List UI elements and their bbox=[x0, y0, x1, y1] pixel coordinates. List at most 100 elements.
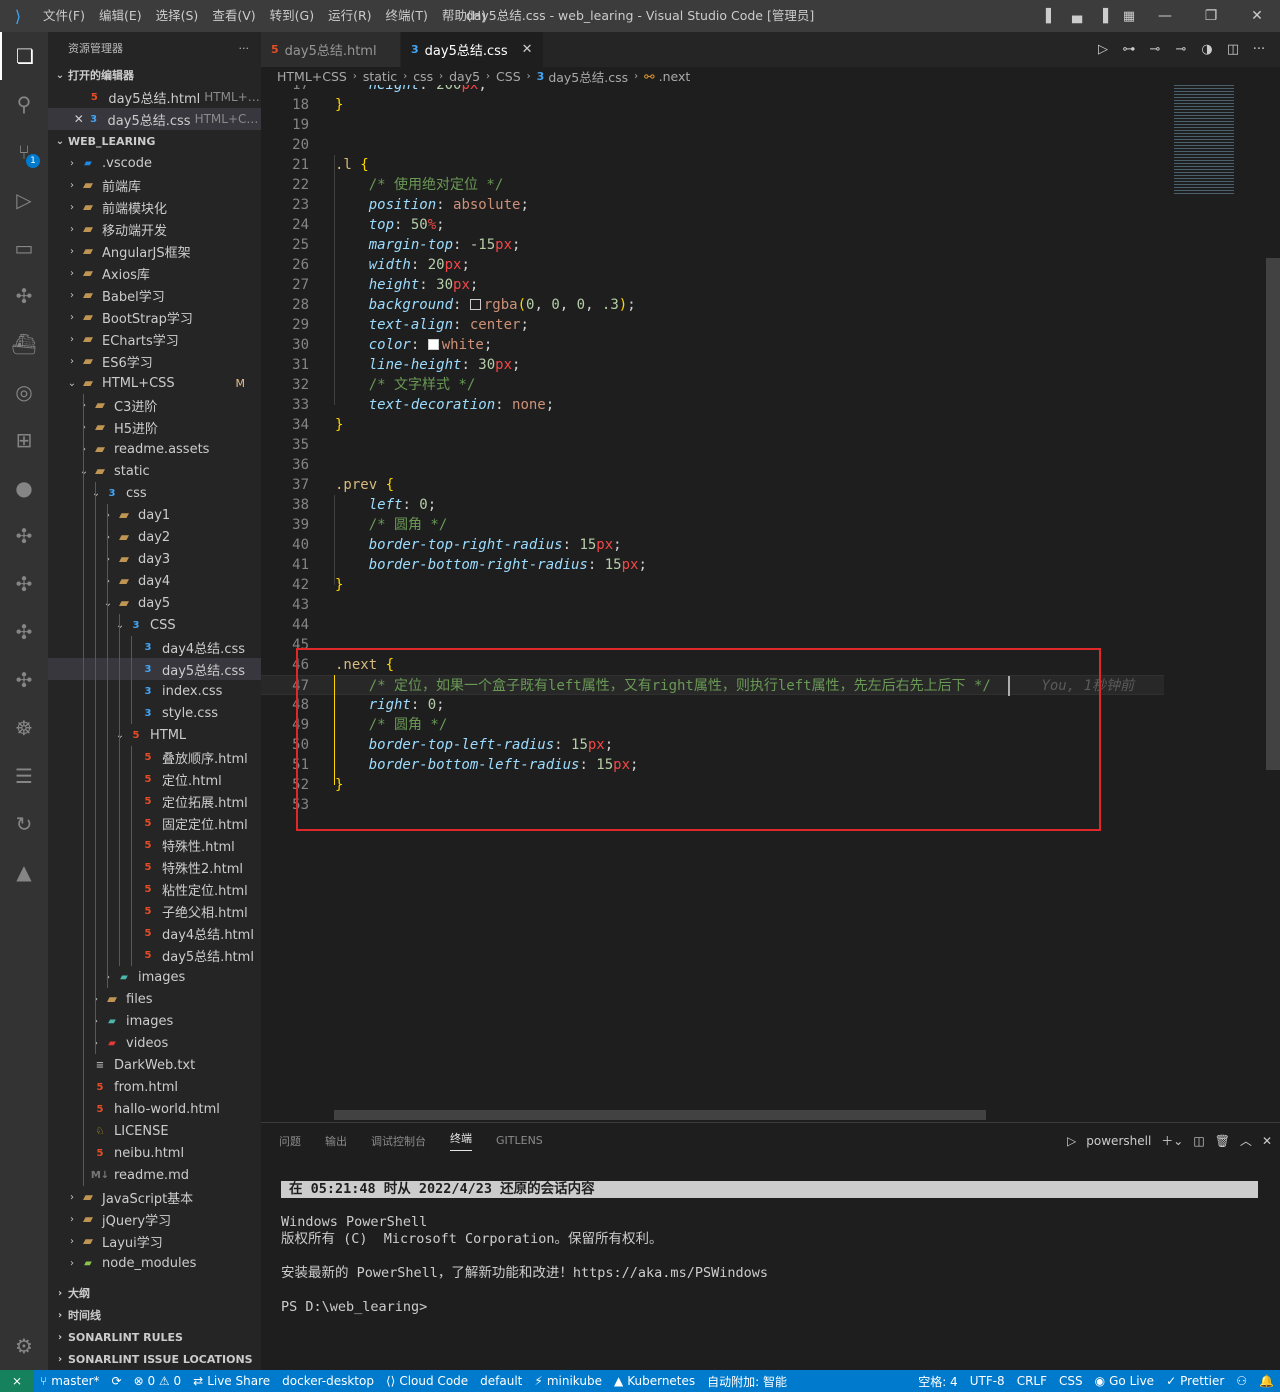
breadcrumb-item[interactable]: day5 bbox=[449, 69, 480, 84]
status-item[interactable]: ◉ Go Live bbox=[1089, 1373, 1160, 1390]
status-item[interactable]: default bbox=[474, 1373, 528, 1390]
extensions-icon[interactable]: ✣ bbox=[0, 272, 48, 320]
folder-item[interactable]: › ▰ H5进阶 bbox=[48, 416, 261, 438]
source-control-icon[interactable]: ⑂ 1 bbox=[0, 128, 48, 176]
file-item[interactable]: 5 粘性定位.html bbox=[48, 878, 261, 900]
kubernetes-icon[interactable]: ☸ bbox=[0, 704, 48, 752]
vertical-scrollbar[interactable] bbox=[1266, 258, 1280, 770]
menu-item[interactable]: 选择(S) bbox=[149, 0, 206, 32]
status-item[interactable]: CSS bbox=[1053, 1373, 1089, 1390]
folder-item[interactable]: › ▰ day4 bbox=[48, 570, 261, 592]
github-icon[interactable]: ● bbox=[0, 464, 48, 512]
file-item[interactable]: 5 特殊性.html bbox=[48, 834, 261, 856]
gitlens-icon[interactable]: ◎ bbox=[0, 368, 48, 416]
menu-item[interactable]: 运行(R) bbox=[321, 0, 378, 32]
run-icon[interactable]: ▷ bbox=[1090, 42, 1116, 57]
notifications-bell-icon[interactable]: 🔔 bbox=[1253, 1374, 1280, 1388]
folder-item[interactable]: › ▰ videos bbox=[48, 1032, 261, 1054]
cloud-run-icon[interactable]: ✣ bbox=[0, 560, 48, 608]
previous-change-icon[interactable]: ⊸ bbox=[1142, 42, 1168, 57]
folder-item[interactable]: › ▰ C3进阶 bbox=[48, 394, 261, 416]
sidebar-section[interactable]: › SONARLINT RULES bbox=[48, 1326, 261, 1348]
panel-tab[interactable]: 输出 bbox=[325, 1133, 347, 1149]
status-item[interactable]: CRLF bbox=[1011, 1373, 1053, 1390]
folder-item[interactable]: ⌄ ▰ day5 bbox=[48, 592, 261, 614]
folder-item[interactable]: › ▰ day3 bbox=[48, 548, 261, 570]
status-item[interactable]: ▲ Kubernetes bbox=[608, 1373, 701, 1390]
breadcrumb-item[interactable]: .next bbox=[659, 69, 691, 84]
sidebar-section[interactable]: › 大纲 bbox=[48, 1282, 261, 1304]
remote-explorer-icon[interactable]: ▭ bbox=[0, 224, 48, 272]
folder-item[interactable]: › ▰ JavaScript基本 bbox=[48, 1186, 261, 1208]
folder-item[interactable]: › ▰ jQuery学习 bbox=[48, 1208, 261, 1230]
color-swatch[interactable] bbox=[427, 339, 439, 350]
file-item[interactable]: 5 day5总结.html bbox=[48, 944, 261, 966]
folder-item[interactable]: › ▰ 前端模块化 bbox=[48, 196, 261, 218]
status-item[interactable]: ⑂ master* bbox=[34, 1373, 106, 1390]
docker-icon[interactable]: ⛴ bbox=[0, 320, 48, 368]
folder-item[interactable]: › ▰ Layui学习 bbox=[48, 1230, 261, 1252]
folder-item[interactable]: › ▰ ES6学习 bbox=[48, 350, 261, 372]
folder-item[interactable]: › ▰ node_modules bbox=[48, 1252, 261, 1274]
file-item[interactable]: 3 day4总结.css bbox=[48, 636, 261, 658]
file-item[interactable]: 5 from.html bbox=[48, 1076, 261, 1098]
breadcrumb-item[interactable]: css bbox=[413, 69, 433, 84]
file-item[interactable]: 5 特殊性2.html bbox=[48, 856, 261, 878]
file-item[interactable]: 3 style.css bbox=[48, 702, 261, 724]
status-item[interactable]: UTF-8 bbox=[964, 1373, 1011, 1390]
folder-item[interactable]: › ▰ day1 bbox=[48, 504, 261, 526]
minimap[interactable] bbox=[1164, 85, 1280, 1110]
file-item[interactable]: 5 day4总结.html bbox=[48, 922, 261, 944]
maximize-panel-icon[interactable]: ︿ bbox=[1240, 1132, 1252, 1149]
workspace-section[interactable]: ⌄ WEB_LEARING bbox=[48, 130, 261, 152]
terminal-shell-label[interactable]: powershell bbox=[1086, 1134, 1151, 1148]
customize-layout-icon[interactable]: ▦ bbox=[1116, 0, 1142, 32]
breadcrumb-item[interactable]: CSS bbox=[496, 69, 521, 84]
search-icon[interactable]: ⚲ bbox=[0, 80, 48, 128]
status-item[interactable]: ⊗ 0 ⚠ 0 bbox=[128, 1373, 188, 1390]
toggle-secondary-sidebar-icon[interactable]: ▐ bbox=[1090, 0, 1116, 32]
folder-item[interactable]: › ▰ files bbox=[48, 988, 261, 1010]
breadcrumb-item[interactable]: HTML+CSS bbox=[277, 69, 347, 84]
tab-css[interactable]: 3 day5总结.css ✕ bbox=[401, 32, 544, 67]
sidebar-section[interactable]: › 时间线 bbox=[48, 1304, 261, 1326]
folder-item[interactable]: › ▰ .vscode bbox=[48, 152, 261, 174]
status-item[interactable]: 自动附加: 智能 bbox=[701, 1373, 793, 1390]
status-item[interactable]: ⇄ Live Share bbox=[187, 1373, 276, 1390]
database-icon[interactable]: ☰ bbox=[0, 752, 48, 800]
folder-item[interactable]: ⌄ ▰ static bbox=[48, 460, 261, 482]
file-item[interactable]: ≡ DarkWeb.txt bbox=[48, 1054, 261, 1076]
remote-indicator-icon[interactable]: ⨯ bbox=[0, 1370, 34, 1392]
panel-tab[interactable]: GITLENS bbox=[496, 1134, 543, 1147]
close-icon[interactable]: ✕ bbox=[72, 112, 86, 126]
status-item[interactable]: 空格: 4 bbox=[912, 1373, 964, 1390]
menu-item[interactable]: 终端(T) bbox=[379, 0, 435, 32]
color-swatch[interactable] bbox=[469, 299, 481, 310]
tab-html[interactable]: 5 day5总结.html bbox=[261, 32, 401, 67]
menu-item[interactable]: 转到(G) bbox=[263, 0, 321, 32]
status-item[interactable]: ⚡ minikube bbox=[528, 1373, 608, 1390]
secret-manager-icon[interactable]: ✣ bbox=[0, 656, 48, 704]
folder-item[interactable]: › ▰ AngularJS框架 bbox=[48, 240, 261, 262]
status-item[interactable]: ✓ Prettier bbox=[1160, 1373, 1230, 1390]
toggle-primary-sidebar-icon[interactable]: ▌ bbox=[1038, 0, 1064, 32]
panel-tab[interactable]: 调试控制台 bbox=[371, 1133, 426, 1149]
restore-button[interactable]: ❐ bbox=[1188, 0, 1234, 32]
settings-gear-icon[interactable]: ⚙ bbox=[0, 1322, 48, 1370]
open-changes-icon[interactable]: ◑ bbox=[1194, 42, 1220, 57]
status-item[interactable]: docker-desktop bbox=[276, 1373, 380, 1390]
file-item[interactable]: 5 固定定位.html bbox=[48, 812, 261, 834]
status-item[interactable]: ⟨⟩ Cloud Code bbox=[380, 1373, 474, 1390]
sidebar-section[interactable]: › SONARLINT ISSUE LOCATIONS bbox=[48, 1348, 261, 1370]
folder-item[interactable]: › ▰ 移动端开发 bbox=[48, 218, 261, 240]
folder-item[interactable]: › ▰ readme.assets bbox=[48, 438, 261, 460]
breadcrumb-item[interactable]: day5总结.css bbox=[548, 67, 628, 86]
menu-item[interactable]: 文件(F) bbox=[36, 0, 92, 32]
folder-item[interactable]: › ▰ 前端库 bbox=[48, 174, 261, 196]
open-editor-item[interactable]: 5 day5总结.htmlHTML+C... bbox=[48, 86, 261, 108]
folder-item[interactable]: › ▰ Axios库 bbox=[48, 262, 261, 284]
more-actions-icon[interactable]: ··· bbox=[239, 42, 250, 55]
folder-item[interactable]: ⌄ 3 CSS bbox=[48, 614, 261, 636]
extensions-grid-icon[interactable]: ⊞ bbox=[0, 416, 48, 464]
folder-item[interactable]: › ▰ images bbox=[48, 966, 261, 988]
